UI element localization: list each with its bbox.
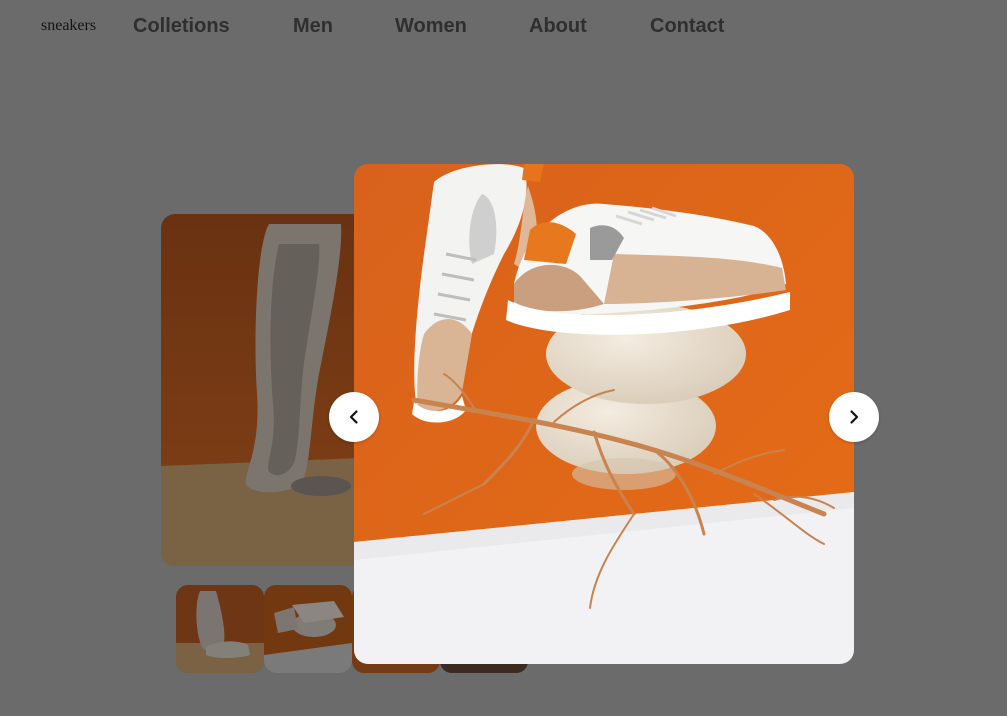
lightbox-image: [354, 164, 854, 664]
nav-link-men[interactable]: Men: [293, 15, 333, 38]
chevron-left-icon: [349, 410, 358, 424]
thumbnail-1[interactable]: [176, 585, 264, 673]
thumbnail-image: [264, 585, 352, 673]
chevron-right-icon: [850, 410, 859, 424]
nav-link-about[interactable]: About: [529, 15, 587, 38]
sneakers-on-stones-with-branch-photo: [354, 164, 854, 664]
logo[interactable]: sneakers: [41, 17, 96, 35]
nav-link-collections[interactable]: Colletions: [133, 15, 230, 38]
next-image-button[interactable]: [829, 392, 879, 442]
nav-link-women[interactable]: Women: [395, 15, 467, 38]
nav-link-contact[interactable]: Contact: [650, 15, 724, 38]
site-header: sneakers Colletions Men Women About Cont…: [0, 0, 1007, 54]
thumbnail-image: [176, 585, 264, 673]
thumbnail-2[interactable]: [264, 585, 352, 673]
previous-image-button[interactable]: [329, 392, 379, 442]
